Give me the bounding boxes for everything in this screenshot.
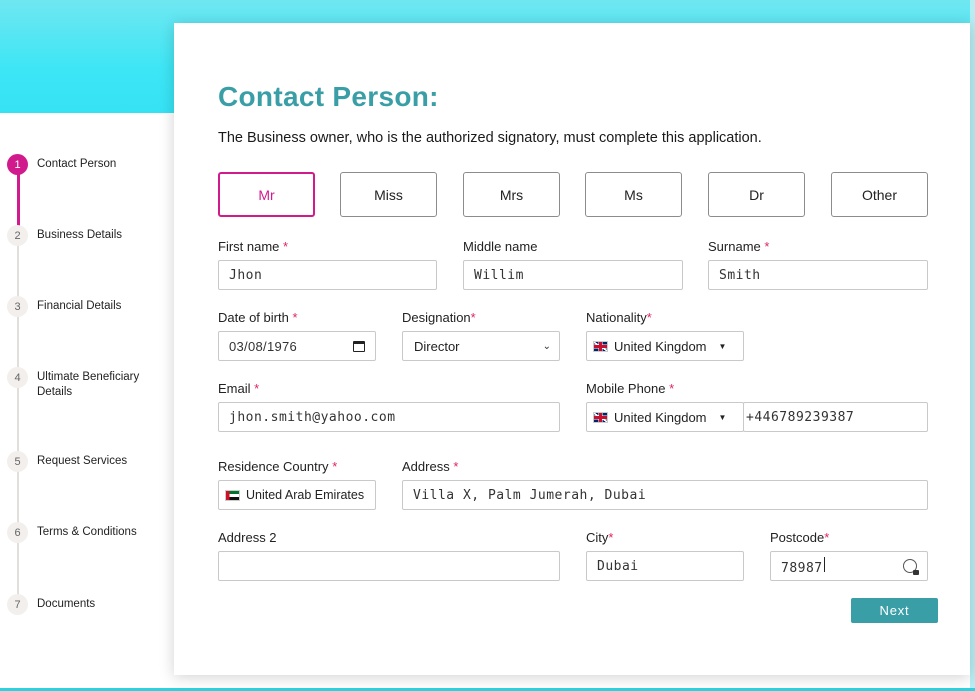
designation-select[interactable]: Director ⌄ <box>402 331 560 361</box>
city-label: City* <box>586 530 614 545</box>
address-label: Address * <box>402 459 459 474</box>
email-label: Email * <box>218 381 260 396</box>
mobile-phone-label: Mobile Phone * <box>586 381 675 396</box>
salutation-other-button[interactable]: Other <box>831 172 928 217</box>
form-instructions: The Business owner, who is the authorize… <box>218 130 762 146</box>
residence-country-value: United Arab Emirates <box>246 488 365 502</box>
uk-flag-icon <box>593 340 608 352</box>
nationality-value: United Kingdom <box>614 338 707 354</box>
caret-down-icon: ▼ <box>718 341 727 351</box>
salutation-mrs-button[interactable]: Mrs <box>463 172 560 217</box>
step-documents[interactable]: 7 Documents <box>7 594 155 624</box>
step-number: 4 <box>7 367 28 388</box>
required-mark: * <box>470 310 476 325</box>
mobile-country-value: United Kingdom <box>614 409 707 425</box>
step-contact-person[interactable]: 1 Contact Person <box>7 154 155 184</box>
middle-name-input[interactable]: Willim <box>463 260 683 290</box>
step-number: 7 <box>7 594 28 615</box>
designation-value: Director <box>414 338 460 354</box>
first-name-input[interactable]: Jhon <box>218 260 437 290</box>
step-number: 3 <box>7 296 28 317</box>
salutation-ms-button[interactable]: Ms <box>585 172 682 217</box>
step-number: 1 <box>7 154 28 175</box>
step-label: Ultimate Beneficiary Details <box>37 371 140 398</box>
nationality-select[interactable]: United Kingdom ▼ <box>586 331 744 361</box>
step-financial-details[interactable]: 3 Financial Details <box>7 296 155 326</box>
required-mark: * <box>824 530 830 545</box>
address2-input[interactable] <box>218 551 560 581</box>
uk-flag-icon <box>593 411 608 423</box>
step-label: Business Details <box>37 229 123 241</box>
caret-down-icon: ▼ <box>718 412 727 422</box>
text-cursor <box>823 556 825 572</box>
dob-value: 03/08/1976 <box>229 338 298 354</box>
required-mark: * <box>254 381 260 396</box>
step-number: 2 <box>7 225 28 246</box>
required-mark: * <box>669 381 675 396</box>
required-mark: * <box>332 459 338 474</box>
page-title: Contact Person: <box>218 81 439 112</box>
chevron-down-icon: ⌄ <box>542 340 551 352</box>
step-ultimate-beneficiary[interactable]: 4 Ultimate Beneficiary Details <box>7 367 155 398</box>
dob-label: Date of birth * <box>218 310 298 325</box>
designation-label: Designation* <box>402 310 476 325</box>
password-manager-icon[interactable] <box>903 559 919 575</box>
step-business-details[interactable]: 2 Business Details <box>7 225 155 255</box>
postcode-label: Postcode* <box>770 530 830 545</box>
salutation-miss-button[interactable]: Miss <box>340 172 437 217</box>
required-mark: * <box>608 530 614 545</box>
step-label: Contact Person <box>37 158 117 170</box>
surname-label: Surname * <box>708 239 770 254</box>
address2-label: Address 2 <box>218 530 277 545</box>
residence-country-label: Residence Country * <box>218 459 338 474</box>
required-mark: * <box>453 459 459 474</box>
surname-input[interactable]: Smith <box>708 260 928 290</box>
progress-stepper: 1 Contact Person 2 Business Details 3 Fi… <box>0 150 172 620</box>
required-mark: * <box>646 310 652 325</box>
salutation-mr-button[interactable]: Mr <box>218 172 315 217</box>
step-label: Request Services <box>37 455 128 467</box>
required-mark: * <box>292 310 298 325</box>
step-number: 6 <box>7 522 28 543</box>
residence-country-select[interactable]: United Arab Emirates <box>218 480 376 510</box>
postcode-input[interactable]: 78987 <box>770 551 928 581</box>
address-input[interactable]: Villa X, Palm Jumerah, Dubai <box>402 480 928 510</box>
uae-flag-icon <box>225 489 240 501</box>
nationality-label: Nationality* <box>586 310 652 325</box>
postcode-value: 78987 <box>781 560 823 576</box>
required-mark: * <box>283 239 289 254</box>
next-button[interactable]: Next <box>851 598 938 623</box>
city-input[interactable]: Dubai <box>586 551 744 581</box>
step-label: Documents <box>37 598 96 610</box>
email-input[interactable]: jhon.smith@yahoo.com <box>218 402 560 432</box>
step-number: 5 <box>7 451 28 472</box>
calendar-icon[interactable] <box>353 340 365 352</box>
first-name-label: First name * <box>218 239 289 254</box>
step-terms-conditions[interactable]: 6 Terms & Conditions <box>7 522 155 552</box>
step-request-services[interactable]: 5 Request Services <box>7 451 155 481</box>
required-mark: * <box>764 239 770 254</box>
salutation-dr-button[interactable]: Dr <box>708 172 805 217</box>
mobile-country-select[interactable]: United Kingdom ▼ <box>586 402 744 432</box>
step-label: Terms & Conditions <box>37 526 137 538</box>
middle-name-label: Middle name <box>463 239 538 254</box>
dob-input[interactable]: 03/08/1976 <box>218 331 376 361</box>
mobile-phone-input[interactable]: +446789239387 <box>743 402 928 432</box>
postcode-value-wrap: 78987 <box>781 556 825 576</box>
right-edge-bar <box>970 0 975 691</box>
contact-form-card: Contact Person: The Business owner, who … <box>174 23 970 675</box>
step-label: Financial Details <box>37 300 122 312</box>
